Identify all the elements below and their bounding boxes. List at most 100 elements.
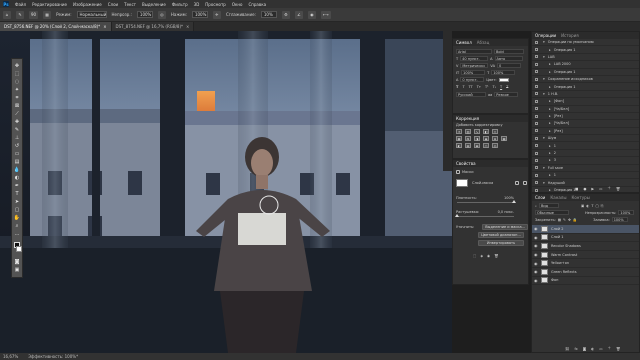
lock-pixels-icon[interactable]: ✎	[563, 218, 566, 222]
tracking-field[interactable]: 0	[496, 63, 521, 68]
menu-window[interactable]: Окно	[232, 2, 243, 7]
close-icon[interactable]: ×	[186, 24, 189, 29]
quick-select-tool-icon[interactable]: ✦	[13, 86, 21, 93]
play-icon[interactable]: ▶	[591, 187, 594, 191]
new-set-icon[interactable]: ▭	[599, 187, 602, 191]
tab-paragraph[interactable]: Абзац	[477, 40, 490, 45]
tab-layers[interactable]: Слои	[535, 195, 545, 200]
action-checkbox[interactable]	[535, 129, 538, 133]
pixel-mask-icon[interactable]	[515, 180, 520, 185]
font-family-select[interactable]: Arial	[456, 49, 492, 54]
tab-history[interactable]: История	[561, 33, 579, 38]
baseline-field[interactable]: 0 пункт.	[460, 77, 485, 82]
chevron-right-icon[interactable]: ▸	[549, 85, 551, 89]
shape-tool-icon[interactable]: ▢	[13, 206, 21, 213]
action-item[interactable]: ▸ [Рез]	[532, 128, 639, 136]
flow-field[interactable]: 100%	[191, 11, 208, 18]
chevron-right-icon[interactable]: ▸	[549, 99, 551, 103]
layer-kind-filter[interactable]: Вид	[538, 203, 559, 208]
layer-row[interactable]: ◉ Warm Contrast	[532, 251, 639, 260]
pen-tool-icon[interactable]: ✒	[13, 182, 21, 189]
chevron-right-icon[interactable]: ▸	[549, 129, 551, 133]
menu-help[interactable]: Справка	[248, 2, 266, 7]
menu-filter[interactable]: Фильтр	[172, 2, 188, 7]
invert-button[interactable]: Инвертировать	[478, 239, 524, 246]
canvas[interactable]	[0, 31, 452, 353]
small-caps-icon[interactable]: Tт	[477, 85, 481, 89]
healing-brush-tool-icon[interactable]: ✚	[13, 118, 21, 125]
layer-row[interactable]: ◉ Фон	[532, 277, 639, 286]
chevron-right-icon[interactable]: ▸	[549, 62, 551, 66]
action-checkbox[interactable]	[535, 136, 538, 140]
chevron-right-icon[interactable]: ▸	[549, 173, 551, 177]
disable-mask-icon[interactable]: ◉	[487, 254, 490, 258]
chevron-down-icon[interactable]: ▾	[543, 136, 545, 140]
load-selection-icon[interactable]: ⬚	[473, 254, 476, 258]
blend-mode-select[interactable]: Обычные	[535, 210, 569, 215]
action-checkbox[interactable]	[535, 107, 538, 111]
lock-all-icon[interactable]: 🔒	[573, 218, 577, 222]
density-slider-knob[interactable]	[512, 200, 516, 203]
menu-view[interactable]: Просмотр	[205, 2, 226, 7]
pressure-opacity-icon[interactable]: ◎	[157, 10, 166, 19]
tab-channels[interactable]: Каналы	[550, 195, 566, 200]
record-icon[interactable]: ●	[583, 187, 586, 191]
select-and-mask-button[interactable]: Выделение и маска...	[482, 223, 528, 230]
posterize-icon[interactable]: ▤	[465, 143, 471, 148]
new-group-icon[interactable]: ▭	[599, 347, 602, 351]
action-checkbox[interactable]	[535, 40, 538, 44]
filter-pixel-icon[interactable]: ▣	[581, 204, 584, 208]
chevron-right-icon[interactable]: ▸	[549, 48, 551, 52]
tab-paths[interactable]: Контуры	[571, 195, 589, 200]
tab-actions[interactable]: Операции	[535, 33, 556, 38]
action-item[interactable]: ▸ 2	[532, 150, 639, 158]
text-color-swatch[interactable]	[498, 77, 509, 82]
brush-settings-icon[interactable]: ▦	[43, 10, 52, 19]
zoom-level[interactable]: 16,67%	[3, 354, 18, 359]
action-checkbox[interactable]	[535, 62, 538, 66]
eyedropper-tool-icon[interactable]: ⟋	[13, 110, 21, 117]
chevron-right-icon[interactable]: ▸	[549, 151, 551, 155]
kerning-field[interactable]: Метрически	[460, 63, 489, 68]
chevron-down-icon[interactable]: ▾	[543, 166, 545, 170]
menu-3d[interactable]: 3D	[194, 2, 200, 7]
menu-edit[interactable]: Редактирование	[32, 2, 67, 7]
action-item[interactable]: ▸ [Рез]	[532, 113, 639, 121]
superscript-icon[interactable]: T¹	[485, 85, 489, 89]
action-checkbox[interactable]	[535, 114, 538, 118]
mode-select[interactable]: Нормальный	[76, 11, 107, 18]
antialias-select[interactable]: Резкое	[494, 92, 519, 97]
action-item[interactable]: ▾ LAB	[532, 54, 639, 62]
action-item[interactable]: ▾ Full save	[532, 165, 639, 173]
action-checkbox[interactable]	[535, 77, 538, 81]
zoom-tool-icon[interactable]: ⌕	[13, 222, 21, 229]
frame-tool-icon[interactable]: ⊠	[13, 102, 21, 109]
horizontal-scale-field[interactable]: 100%	[491, 70, 516, 75]
brush-preset-picker[interactable]: 90	[29, 10, 39, 19]
action-item[interactable]: ▸ Операция 1	[532, 83, 639, 91]
chevron-down-icon[interactable]: ▾	[543, 77, 545, 81]
faux-italic-icon[interactable]: T	[462, 85, 464, 89]
close-icon[interactable]: ×	[103, 24, 106, 29]
move-tool-icon[interactable]: ✥	[13, 62, 21, 69]
layer-row[interactable]: ◉ Green Reflects	[532, 268, 639, 277]
chevron-right-icon[interactable]: ▸	[549, 114, 551, 118]
chevron-right-icon[interactable]: ▸	[549, 70, 551, 74]
action-checkbox[interactable]	[535, 166, 538, 170]
opacity-field[interactable]: 100%	[136, 11, 153, 18]
menu-image[interactable]: Изображение	[73, 2, 102, 7]
action-item[interactable]: ▾ 1 H.B.	[532, 91, 639, 99]
brightness-contrast-icon[interactable]: ☀	[456, 129, 462, 134]
invert-icon[interactable]: ◐	[456, 143, 462, 148]
chevron-right-icon[interactable]: ▸	[549, 121, 551, 125]
exposure-icon[interactable]: ◧	[483, 129, 489, 134]
density-slider[interactable]	[457, 200, 516, 203]
strikethrough-icon[interactable]: T	[506, 85, 508, 89]
threshold-icon[interactable]: ▬	[474, 143, 480, 148]
more-tools-icon[interactable]: …	[13, 230, 21, 237]
delete-mask-icon[interactable]: 🗑	[494, 254, 498, 258]
action-checkbox[interactable]	[535, 85, 538, 89]
marquee-tool-icon[interactable]: ⬚	[13, 70, 21, 77]
delete-icon[interactable]: 🗑	[616, 187, 620, 191]
adjustment-layer-icon[interactable]: ◐	[591, 347, 594, 351]
